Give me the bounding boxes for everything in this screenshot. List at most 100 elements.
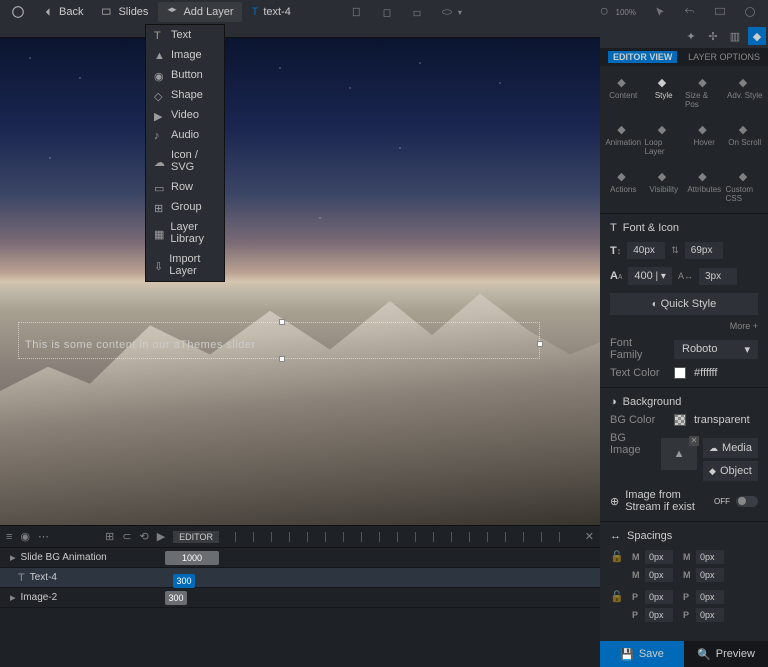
letterspacing-input[interactable]: 3px — [699, 268, 737, 285]
spacing-input[interactable]: 0px — [696, 568, 724, 582]
tab-customcss[interactable]: ◆Custom CSS — [726, 166, 765, 207]
fontsize-input[interactable]: 40px — [627, 242, 665, 259]
bgcolor-swatch[interactable] — [674, 414, 686, 426]
selected-layer[interactable]: Ttext-4 — [244, 2, 299, 22]
tl-grid-icon[interactable]: ⊞ — [105, 530, 114, 543]
visibility-icon[interactable]: ▾ — [433, 2, 470, 22]
nav-icon[interactable]: ✢ — [704, 27, 722, 45]
tab-visibility[interactable]: ◆Visibility — [645, 166, 684, 207]
panel-icon[interactable]: ▥ — [726, 27, 744, 45]
background-title: Background — [623, 396, 682, 408]
dd-video[interactable]: ▶Video — [146, 105, 224, 125]
tl-magnet-icon[interactable]: ⊂ — [122, 530, 131, 543]
zoom[interactable]: 100% — [591, 2, 644, 22]
object-button[interactable]: ◆ Object — [703, 461, 758, 481]
dd-text[interactable]: TText — [146, 25, 224, 45]
bgimage-label: BG Image — [610, 432, 653, 456]
timeline-row[interactable]: TText-4300 — [0, 568, 600, 588]
dd-group[interactable]: ⊞Group — [146, 197, 224, 217]
spacings-icon: ↔ — [610, 530, 621, 542]
lineheight-input[interactable]: 69px — [685, 242, 723, 259]
more-button[interactable]: More + — [610, 321, 758, 331]
bgcolor-value: transparent — [694, 414, 750, 426]
tl-editor-button[interactable]: EDITOR — [173, 531, 219, 543]
margin-lock-icon[interactable]: 🔓 — [610, 550, 622, 582]
padding-lock-icon[interactable]: 🔓 — [610, 590, 622, 622]
textcolor-value: #ffffff — [694, 367, 717, 379]
tab-animation[interactable]: ◆Animation — [604, 119, 643, 160]
cursor-icon[interactable] — [646, 2, 674, 22]
timeline-row[interactable]: ▸Image-2300 — [0, 588, 600, 608]
topbar: Back Slides Add Layer Ttext-4 ▾ 100% — [0, 0, 768, 24]
slides-button[interactable]: Slides — [93, 2, 156, 22]
spacing-input[interactable]: 0px — [696, 550, 724, 564]
text-layer[interactable]: This is some content in our aThemes slid… — [18, 322, 540, 359]
text-content: This is some content in our aThemes slid… — [25, 339, 256, 351]
preview-button[interactable]: 🔍 Preview — [684, 641, 768, 667]
weight-input[interactable]: 400 | ▾ — [628, 267, 672, 285]
fontfamily-select[interactable]: Roboto▾ — [674, 340, 758, 359]
copy-icon[interactable] — [343, 2, 371, 22]
bgcolor-label: BG Color — [610, 414, 666, 426]
delete-icon[interactable] — [373, 2, 401, 22]
spacing-input[interactable]: 0px — [645, 608, 673, 622]
layer-name: text-4 — [263, 6, 291, 18]
gear-icon[interactable]: ✦ — [682, 27, 700, 45]
help-icon[interactable] — [736, 2, 764, 22]
canvas-area: This is some content in our aThemes slid… — [0, 24, 600, 667]
dd-import[interactable]: ⇩Import Layer — [146, 249, 224, 281]
tab-hover[interactable]: ◆Hover — [685, 119, 724, 160]
spacing-input[interactable]: 0px — [645, 590, 673, 604]
spacing-icon: A↔ — [678, 271, 693, 281]
dd-audio[interactable]: ♪Audio — [146, 125, 224, 145]
dd-icon[interactable]: ☁Icon / SVG — [146, 145, 224, 177]
dd-row[interactable]: ▭Row — [146, 177, 224, 197]
tab-actions[interactable]: ◆Actions — [604, 166, 643, 207]
tl-close-icon[interactable]: ✕ — [585, 530, 594, 543]
tl-loop-icon[interactable]: ⟲ — [139, 530, 148, 543]
back-button[interactable]: Back — [34, 2, 91, 22]
dd-library[interactable]: ▦Layer Library — [146, 217, 224, 249]
add-layer-button[interactable]: Add Layer — [158, 2, 241, 22]
save-button[interactable]: 💾 Save — [600, 641, 684, 667]
bgimage-thumb[interactable]: ▲✕ — [661, 438, 697, 470]
stage[interactable]: This is some content in our aThemes slid… — [0, 38, 600, 525]
tl-eye-icon[interactable]: ◉ — [20, 530, 30, 543]
fontsize-icon: T↕ — [610, 245, 621, 257]
lock-icon[interactable] — [403, 2, 431, 22]
timeline: ≡ ◉ ⋯ ⊞ ⊂ ⟲ ▶ EDITOR ✕ ▸Slide BG Animati… — [0, 525, 600, 667]
remove-bg-icon[interactable]: ✕ — [689, 436, 699, 446]
dd-shape[interactable]: ◇Shape — [146, 85, 224, 105]
spacing-input[interactable]: 0px — [696, 590, 724, 604]
desktop-icon[interactable] — [706, 2, 734, 22]
tl-ruler — [235, 532, 577, 542]
add-layer-label: Add Layer — [183, 6, 233, 18]
ruler-horizontal — [0, 24, 600, 38]
tl-play-icon[interactable]: ▶ — [157, 530, 165, 543]
textcolor-swatch[interactable] — [674, 367, 686, 379]
undo-icon[interactable] — [676, 2, 704, 22]
tl-layers-icon[interactable]: ≡ — [6, 531, 12, 543]
tab-onscroll[interactable]: ◆On Scroll — [726, 119, 765, 160]
spacings-title: Spacings — [627, 530, 672, 542]
spacing-input[interactable]: 0px — [645, 568, 673, 582]
tab-attributes[interactable]: ◆Attributes — [685, 166, 724, 207]
spacing-input[interactable]: 0px — [645, 550, 673, 564]
dd-image[interactable]: ▲Image — [146, 45, 224, 65]
timeline-row[interactable]: ▸Slide BG Animation1000 — [0, 548, 600, 568]
tl-more-icon[interactable]: ⋯ — [38, 530, 49, 543]
tab-advstyle[interactable]: ◆Adv. Style — [726, 72, 765, 113]
fontfamily-label: Font Family — [610, 337, 666, 361]
dd-button[interactable]: ◉Button — [146, 65, 224, 85]
tab-style[interactable]: ◆Style — [645, 72, 684, 113]
layers-icon[interactable]: ◆ — [748, 27, 766, 45]
stream-toggle[interactable] — [736, 496, 758, 507]
globe-icon: ⊕ — [610, 495, 619, 508]
media-button[interactable]: ☁ Media — [703, 438, 758, 458]
tab-content[interactable]: ◆Content — [604, 72, 643, 113]
tab-sizepos[interactable]: ◆Size & Pos — [685, 72, 724, 113]
quick-style-button[interactable]: ◐ Quick Style — [610, 293, 758, 315]
spacing-input[interactable]: 0px — [696, 608, 724, 622]
tab-looplayer[interactable]: ◆Loop Layer — [645, 119, 684, 160]
wp-logo[interactable] — [4, 2, 32, 22]
